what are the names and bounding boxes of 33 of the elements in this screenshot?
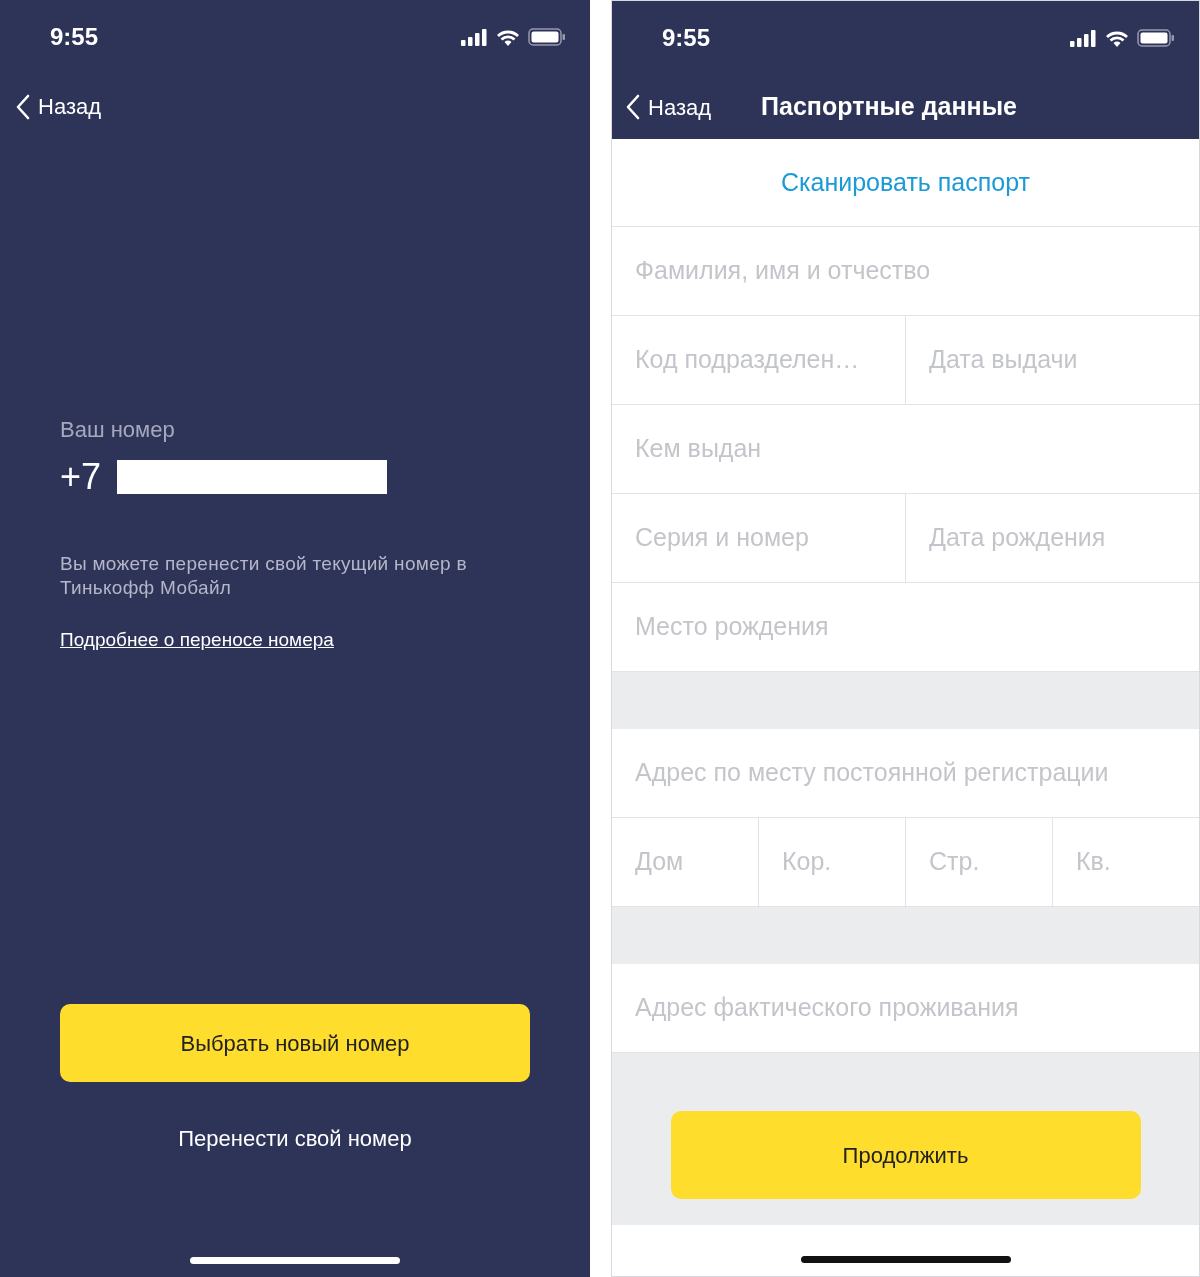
- input-field[interactable]: Серия и номер: [612, 494, 906, 583]
- phone-prefix: +7: [60, 455, 102, 499]
- transfer-number-button[interactable]: Перенести свой номер: [174, 1118, 416, 1159]
- input-field[interactable]: Адрес фактического проживания: [612, 964, 1199, 1053]
- chevron-left-icon: [16, 93, 30, 120]
- input-field[interactable]: Дата рождения: [906, 494, 1199, 583]
- wifi-icon: [1105, 29, 1129, 47]
- battery-icon: [1137, 29, 1175, 47]
- input-field[interactable]: Кем выдан: [612, 405, 1199, 494]
- chevron-left-icon: [626, 94, 640, 120]
- back-button[interactable]: Назад: [626, 90, 712, 124]
- input-field[interactable]: Дом: [612, 818, 759, 907]
- signal-icon: [461, 28, 488, 46]
- continue-button[interactable]: Продолжить: [670, 1111, 1141, 1199]
- input-field[interactable]: Стр.: [906, 818, 1053, 907]
- status-time: 9:55: [662, 23, 711, 53]
- input-field[interactable]: Место рождения: [612, 583, 1199, 672]
- input-field[interactable]: Фамилия, имя и отчество: [612, 227, 1199, 316]
- input-field[interactable]: Кор.: [759, 818, 906, 907]
- details-link[interactable]: Подробнее о переносе номера: [60, 626, 334, 655]
- input-field[interactable]: Кв.: [1053, 818, 1199, 907]
- screen-title: Паспортные данные: [761, 91, 1017, 123]
- input-field[interactable]: Адрес по месту постоянной регистрации: [612, 729, 1199, 818]
- number-label: Ваш номер: [60, 416, 176, 444]
- description-text: Вы можете перенести свой текущий номер в Тинькофф Мобайл: [60, 552, 468, 600]
- choose-number-button[interactable]: Выбрать новый номер: [60, 1004, 530, 1082]
- input-field[interactable]: Код подразделен…: [612, 316, 906, 405]
- back-button[interactable]: Назад: [16, 90, 102, 123]
- input-field[interactable]: Дата выдачи: [906, 316, 1199, 405]
- battery-icon: [528, 28, 566, 46]
- signal-icon: [1070, 29, 1097, 47]
- wifi-icon: [496, 28, 520, 46]
- status-time: 9:55: [50, 22, 99, 52]
